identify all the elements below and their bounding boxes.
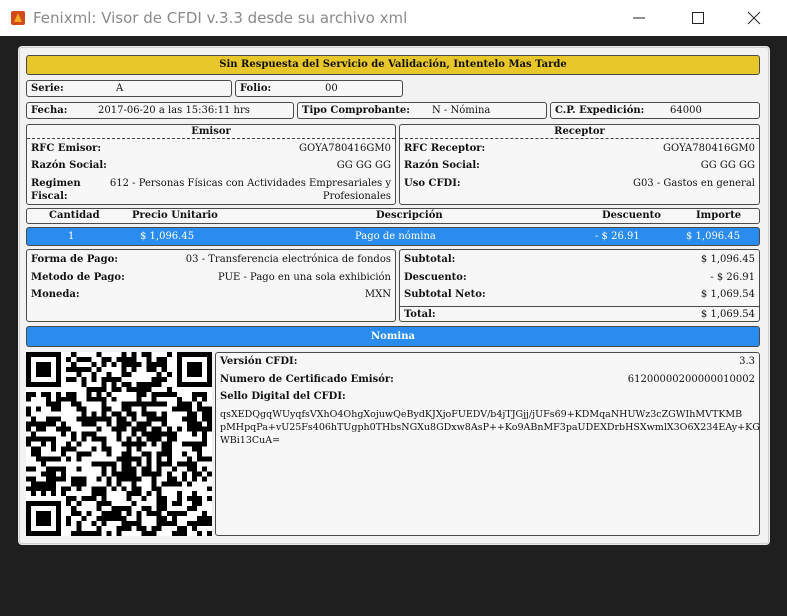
row-cantidad: 1 xyxy=(68,231,75,242)
timbre-section: Versión CFDI: 3.3 Numero de Certificado … xyxy=(215,352,760,536)
header-precio: Precio Unitario xyxy=(132,210,218,221)
fecha-box: Fecha: 2017-06-20 a las 15:36:11 hrs xyxy=(26,102,294,119)
serie-value: A xyxy=(116,83,124,94)
header-descripcion: Descripción xyxy=(376,210,443,221)
header-descuento: Descuento xyxy=(602,210,661,221)
app-icon xyxy=(11,11,25,25)
fecha-value: 2017-06-20 a las 15:36:11 hrs xyxy=(98,105,250,116)
regimen-label-line2: Fiscal: xyxy=(31,191,68,202)
uso-cfdi-value: G03 - Gastos en general xyxy=(632,178,755,189)
sello-digital-line3: WBi13CuA= xyxy=(220,435,281,446)
row-precio: $ 1,096.45 xyxy=(140,231,195,242)
total-label: Total: xyxy=(404,309,436,320)
folio-box: Folio: 00 xyxy=(235,80,403,97)
sello-digital-line1: qsXEDQgqWUyqfsVXhO4OhgXojuwQeBydKJXjoFUE… xyxy=(220,409,743,420)
total-value: $ 1,069.54 xyxy=(700,309,755,320)
forma-pago-label: Forma de Pago: xyxy=(31,254,118,265)
tipo-box: Tipo Comprobante: N - Nómina xyxy=(297,102,547,119)
minimize-icon[interactable] xyxy=(616,0,662,36)
version-cfdi-label: Versión CFDI: xyxy=(220,356,298,367)
subtotal-neto-value: $ 1,069.54 xyxy=(700,289,755,300)
sello-digital-line2: pMHpqPa+vU25Fs406hTUgph0THbsNGXu8GDxw8As… xyxy=(220,422,760,433)
emisor-title: Emisor xyxy=(27,125,395,139)
cp-value: 64000 xyxy=(670,105,702,116)
receptor-section: Receptor RFC Receptor: GOYA780416GM0 Raz… xyxy=(399,124,760,205)
nomina-bar[interactable]: Nomina xyxy=(26,326,760,347)
moneda-value: MXN xyxy=(364,289,391,300)
qr-code-icon xyxy=(26,352,212,536)
rfc-emisor-label: RFC Emisor: xyxy=(31,143,102,154)
conceptos-header: Cantidad Precio Unitario Descripción Des… xyxy=(26,208,760,224)
serie-label: Serie: xyxy=(31,83,64,94)
header-importe: Importe xyxy=(696,210,742,221)
close-icon[interactable] xyxy=(731,0,777,36)
metodo-pago-value: PUE - Pago en una sola exhibición xyxy=(218,272,391,283)
row-descripcion: Pago de nómina xyxy=(355,231,436,242)
sello-digital-label: Sello Digital del CFDI: xyxy=(220,391,346,402)
metodo-pago-label: Metodo de Pago: xyxy=(31,272,125,283)
certificado-value: 61200000200000010002 xyxy=(627,374,755,385)
version-cfdi-value: 3.3 xyxy=(739,356,755,367)
rfc-emisor-value: GOYA780416GM0 xyxy=(299,143,391,154)
title-bar: Fenixml: Visor de CFDI v.3.3 desde su ar… xyxy=(0,0,787,36)
cp-label: C.P. Expedición: xyxy=(555,105,645,116)
subtotal-neto-label: Subtotal Neto: xyxy=(404,289,486,300)
folio-value: 00 xyxy=(325,83,338,94)
certificado-label: Numero de Certificado Emisór: xyxy=(220,374,394,385)
maximize-icon[interactable] xyxy=(675,0,721,36)
regimen-value-line2: Profesionales xyxy=(322,191,391,202)
pago-section: Forma de Pago: 03 - Transferencia electr… xyxy=(26,249,396,322)
uso-cfdi-label: Uso CFDI: xyxy=(404,178,461,189)
razon-receptor-label: Razón Social: xyxy=(404,160,480,171)
row-descuento: - $ 26.91 xyxy=(595,231,640,242)
emisor-section: Emisor RFC Emisor: GOYA780416GM0 Razón S… xyxy=(26,124,396,205)
tipo-value: N - Nómina xyxy=(432,105,491,116)
cp-box: C.P. Expedición: 64000 xyxy=(550,102,760,119)
subtotal-label: Subtotal: xyxy=(404,254,456,265)
descuento-label: Descuento: xyxy=(404,272,467,283)
row-importe: $ 1,096.45 xyxy=(686,231,741,242)
regimen-label-line1: Regimen xyxy=(31,178,81,189)
razon-emisor-label: Razón Social: xyxy=(31,160,107,171)
concepto-row[interactable]: 1 $ 1,096.45 Pago de nómina - $ 26.91 $ … xyxy=(26,227,760,246)
totales-section: Subtotal: $ 1,096.45 Descuento: - $ 26.9… xyxy=(399,249,760,322)
fecha-label: Fecha: xyxy=(31,105,68,116)
rfc-receptor-label: RFC Receptor: xyxy=(404,143,486,154)
window-title: Fenixml: Visor de CFDI v.3.3 desde su ar… xyxy=(33,9,408,27)
folio-label: Folio: xyxy=(240,83,272,94)
descuento-value: - $ 26.91 xyxy=(710,272,755,283)
rfc-receptor-value: GOYA780416GM0 xyxy=(663,143,755,154)
tipo-label: Tipo Comprobante: xyxy=(302,105,410,116)
regimen-value-line1: 612 - Personas Físicas con Actividades E… xyxy=(109,178,391,189)
razon-receptor-value: GG GG GG xyxy=(700,160,755,171)
validation-alert: Sin Respuesta del Servicio de Validación… xyxy=(26,55,760,75)
subtotal-value: $ 1,096.45 xyxy=(700,254,755,265)
forma-pago-value: 03 - Transferencia electrónica de fondos xyxy=(185,254,391,265)
moneda-label: Moneda: xyxy=(31,289,80,300)
razon-emisor-value: GG GG GG xyxy=(336,160,391,171)
receptor-title: Receptor xyxy=(400,125,759,139)
header-cantidad: Cantidad xyxy=(49,210,100,221)
serie-box: Serie: A xyxy=(26,80,232,97)
